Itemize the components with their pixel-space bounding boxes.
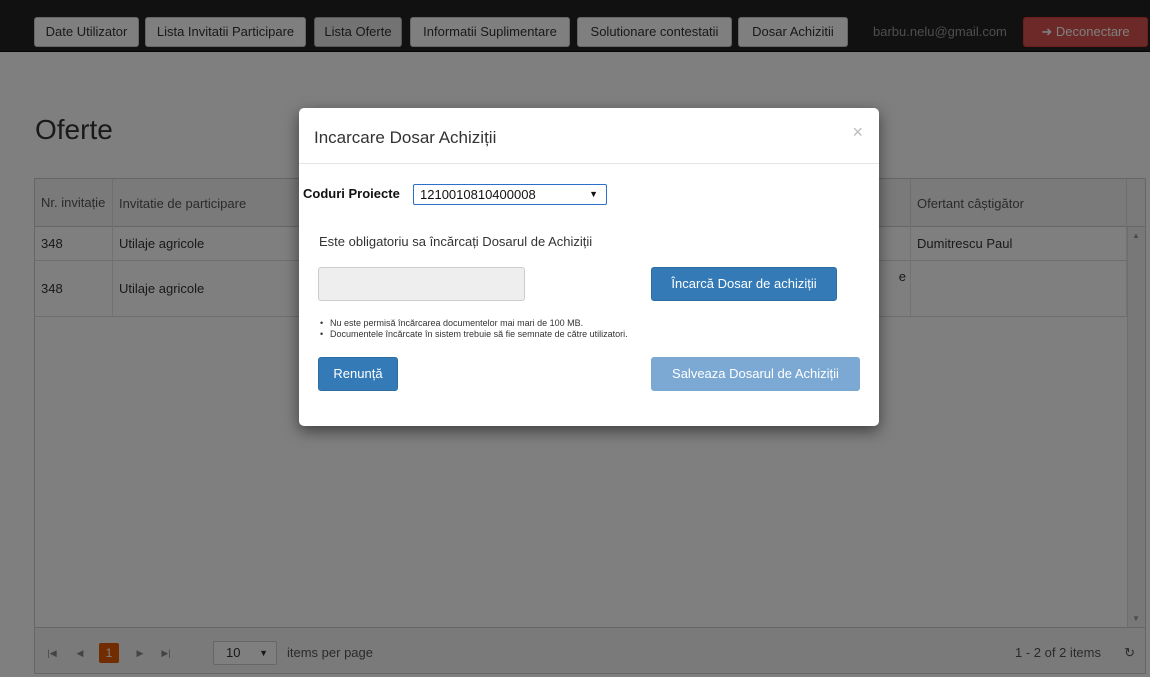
mandatory-text: Este obligatoriu sa încărcați Dosarul de…: [319, 234, 593, 249]
codes-select[interactable]: 1210010810400008 ▼: [413, 184, 607, 205]
cancel-button[interactable]: Renunță: [318, 357, 398, 391]
note-item: Documentele încărcate în sistem trebuie …: [318, 329, 628, 340]
note-item: Nu este permisă încărcarea documentelor …: [318, 318, 628, 329]
upload-notes: Nu este permisă încărcarea documentelor …: [318, 318, 628, 340]
save-button[interactable]: Salveaza Dosarul de Achiziții: [651, 357, 860, 391]
codes-label: Coduri Proiecte: [303, 186, 400, 201]
close-icon[interactable]: ×: [852, 122, 863, 143]
codes-value: 1210010810400008: [420, 187, 536, 202]
modal-header: Incarcare Dosar Achiziții ×: [299, 108, 879, 164]
modal-title: Incarcare Dosar Achiziții: [314, 128, 497, 147]
chevron-down-icon: ▼: [589, 189, 598, 199]
upload-button[interactable]: Încarcă Dosar de achiziții: [651, 267, 837, 301]
file-path-input[interactable]: [318, 267, 525, 301]
upload-dialog: Incarcare Dosar Achiziții × Coduri Proie…: [299, 108, 879, 426]
